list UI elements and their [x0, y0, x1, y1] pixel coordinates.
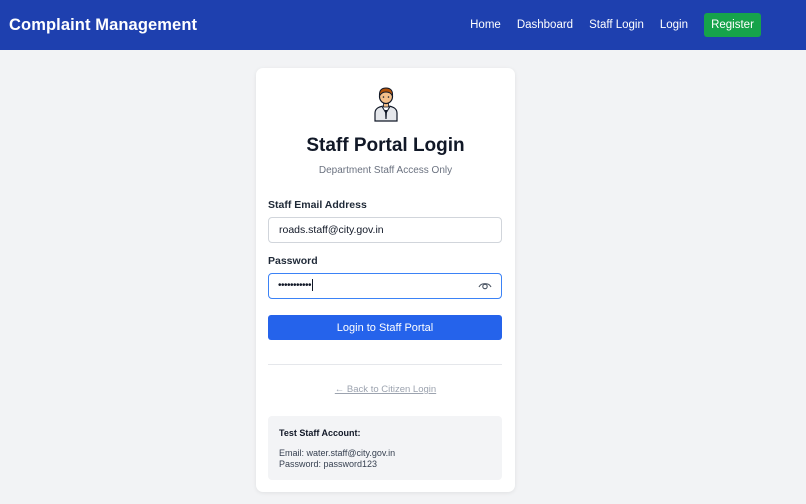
nav-link-home[interactable]: Home — [470, 19, 501, 31]
page-subtitle: Department Staff Access Only — [318, 165, 453, 176]
test-account-email: Email: water.staff@city.gov.in — [279, 448, 396, 458]
page-title: Staff Portal Login — [306, 135, 465, 156]
login-card: Staff Portal Login Department Staff Acce… — [256, 68, 515, 492]
test-account-title: Test Staff Account: — [279, 428, 361, 438]
test-account-info: Test Staff Account: Email: water.staff@c… — [268, 416, 502, 480]
nav-link-staff-login[interactable]: Staff Login — [589, 19, 644, 31]
nav-links: Home Dashboard Staff Login Login Registe… — [470, 0, 806, 50]
staff-person-icon — [374, 87, 398, 122]
email-field[interactable] — [268, 217, 502, 243]
nav-link-dashboard[interactable]: Dashboard — [517, 19, 573, 31]
register-button[interactable]: Register — [704, 13, 761, 37]
login-submit-button[interactable]: Login to Staff Portal — [268, 315, 502, 340]
eye-icon[interactable] — [478, 279, 492, 291]
navbar: Complaint Management Home Dashboard Staf… — [0, 0, 806, 50]
divider — [268, 364, 502, 365]
email-label: Staff Email Address — [268, 199, 367, 211]
back-to-citizen-login-link[interactable]: ← Back to Citizen Login — [256, 384, 515, 395]
password-value: ••••••••••• — [278, 279, 314, 292]
nav-link-login[interactable]: Login — [660, 19, 688, 31]
text-cursor — [312, 279, 314, 292]
password-label: Password — [268, 255, 318, 267]
test-account-password: Password: password123 — [279, 459, 378, 469]
brand-title[interactable]: Complaint Management — [9, 16, 197, 35]
